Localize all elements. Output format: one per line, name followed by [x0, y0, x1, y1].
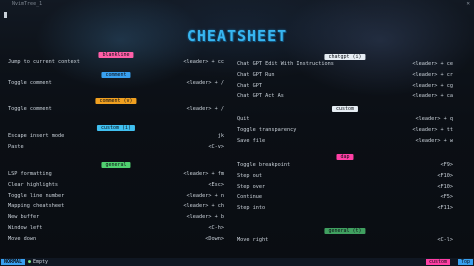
cheatsheet-row: Toggle comment <leader> + /	[8, 79, 224, 87]
cheatsheet-row: Escape insert mode jk	[8, 132, 224, 140]
mapping-description: Toggle comment	[8, 106, 52, 112]
mapping-description: Save file	[237, 137, 266, 144]
mapping-keys: <leader> + q	[415, 116, 453, 122]
mapping-keys: <leader> + cr	[412, 71, 453, 78]
section-header: comment (v)	[95, 98, 137, 104]
cheatsheet-row: Continue <F5>	[237, 193, 453, 201]
cheatsheet-row: Toggle comment <leader> + /	[8, 105, 224, 113]
mapping-description: Step out	[237, 172, 262, 179]
mapping-description: Clear highlights	[8, 181, 58, 188]
mapping-keys: <leader> + /	[186, 106, 224, 112]
cheatsheet-row: Mapping cheatsheet <leader> + ch	[8, 202, 224, 210]
cheatsheet-row: Step over <F10>	[237, 183, 453, 191]
mapping-description: Mapping cheatsheet	[8, 203, 65, 210]
section-header: dap	[336, 154, 354, 160]
cheatsheet-row: Paste <C-v>	[8, 143, 224, 151]
mapping-keys: <leader> + /	[186, 80, 224, 86]
cheatsheet-row: Jump to current context <leader> + cc	[8, 58, 224, 66]
cheatsheet-row: Toggle line number <leader> + n	[8, 192, 224, 200]
cheatsheet-row: New buffer <leader> + b	[8, 213, 224, 221]
mapping-keys: <F5>	[440, 194, 454, 201]
mapping-keys: <C-h>	[208, 225, 224, 231]
mapping-description: Move down	[8, 235, 37, 242]
mapping-description: Toggle line number	[8, 192, 65, 199]
file-info: ● Empty	[28, 258, 48, 266]
mapping-keys: <C-v>	[208, 143, 224, 150]
mapping-description: New buffer	[8, 214, 40, 221]
mapping-keys: <leader> + tt	[412, 126, 453, 133]
section-header: comment	[101, 72, 131, 78]
mapping-description: Move right	[237, 237, 269, 243]
cheatsheet-row: Chat GPT <leader> + cg	[237, 82, 453, 90]
mapping-description: Jump to current context	[8, 59, 80, 65]
mapping-keys: jk	[217, 133, 224, 139]
mapping-keys: <leader> + cc	[183, 59, 224, 65]
mapping-description: Escape insert mode	[8, 133, 65, 139]
cheatsheet-row: Move down <Down>	[8, 235, 224, 243]
mapping-keys: <leader> + n	[186, 192, 224, 199]
mapping-description: Window left	[8, 225, 43, 231]
cheatsheet-row: Save file <leader> + w	[237, 137, 453, 145]
mapping-description: Chat GPT Run	[237, 71, 275, 78]
cheatsheet-row: Chat GPT Run <leader> + cr	[237, 71, 453, 79]
mapping-description: Step into	[237, 205, 266, 212]
mapping-description: LSP formatting	[8, 171, 52, 177]
mapping-keys: <leader> + ca	[412, 93, 453, 100]
close-icon[interactable]: ✕	[466, 0, 470, 8]
section-header: custom (i)	[96, 125, 136, 131]
mapping-description: Toggle breakpoint	[237, 162, 291, 168]
mapping-keys: <leader> + ch	[183, 203, 224, 210]
mapping-keys: <leader> + ce	[412, 61, 453, 67]
mapping-keys: <F10>	[437, 183, 453, 190]
cheatsheet-row: Clear highlights <Esc>	[8, 181, 224, 189]
section-header: custom	[331, 106, 359, 112]
mapping-keys: <F11>	[437, 205, 453, 212]
cheatsheet-row: Window left <C-h>	[8, 224, 224, 232]
filetype-badge: custom	[425, 259, 450, 265]
mapping-keys: <leader> + cg	[412, 82, 453, 89]
file-name: Empty	[33, 259, 49, 265]
mapping-keys: <F9>	[440, 162, 454, 168]
cheatsheet-banner: CHEATSHEET	[186, 27, 288, 45]
cheatsheet-row: Quit <leader> + q	[237, 115, 453, 123]
mapping-description: Chat GPT Edit With Instructions	[237, 61, 334, 67]
mapping-description: Toggle comment	[8, 80, 52, 86]
mapping-description: Paste	[8, 143, 24, 150]
cheatsheet-row: Toggle transparency <leader> + tt	[237, 126, 453, 134]
cheatsheet-row: LSP formatting <leader> + fm	[8, 170, 224, 178]
mapping-keys: <C-l>	[437, 237, 453, 243]
cheatsheet-row: Step into <F11>	[237, 204, 453, 212]
tab-title[interactable]: NvimTree_1	[12, 0, 42, 8]
mapping-description: Chat GPT	[237, 82, 262, 89]
cheatsheet-row: Move right <C-l>	[237, 236, 453, 244]
mode-indicator: NORMAL	[1, 259, 26, 265]
position-indicator: Top	[457, 259, 473, 265]
mapping-keys: <Esc>	[208, 181, 224, 188]
text-cursor	[4, 12, 7, 18]
mapping-keys: <Down>	[205, 235, 224, 242]
mapping-description: Chat GPT Act As	[237, 93, 284, 100]
file-icon: ●	[28, 259, 32, 265]
mapping-description: Quit	[237, 116, 250, 122]
left-column: blankline Jump to current context <leader>…	[8, 52, 224, 257]
mapping-description: Continue	[237, 194, 262, 201]
right-column: chatgpt (i) Chat GPT Edit With Instructio…	[237, 52, 453, 257]
mapping-keys: <leader> + b	[186, 214, 224, 221]
mapping-description: Step over	[237, 183, 266, 190]
section-header: general	[101, 162, 131, 168]
mapping-description: Toggle transparency	[237, 126, 297, 133]
cheatsheet-row: Chat GPT Edit With Instructions <leader> …	[237, 60, 453, 68]
tab-bar: NvimTree_1 ✕	[0, 0, 474, 8]
cheatsheet-row: Toggle breakpoint <F9>	[237, 161, 453, 169]
mapping-keys: <leader> + w	[415, 137, 453, 144]
mapping-keys: <F10>	[437, 172, 453, 179]
cheatsheet-row: Step out <F10>	[237, 172, 453, 180]
section-header: general (t)	[324, 228, 366, 234]
status-bar: NORMAL ● Empty custom Top	[0, 258, 474, 266]
mapping-keys: <leader> + fm	[183, 171, 224, 177]
cheatsheet-row: Chat GPT Act As <leader> + ca	[237, 92, 453, 100]
